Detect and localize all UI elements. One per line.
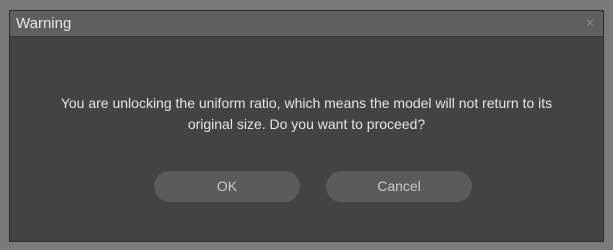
cancel-button[interactable]: Cancel — [326, 171, 472, 202]
ok-button[interactable]: OK — [154, 171, 300, 202]
dialog-message-line-1: You are unlocking the uniform ratio, whi… — [60, 95, 553, 111]
dialog-message-line-2: original size. Do you want to proceed? — [187, 116, 426, 132]
warning-dialog: Warning × You are unlocking the uniform … — [9, 10, 604, 242]
dialog-message: You are unlocking the uniform ratio, whi… — [10, 93, 603, 135]
dialog-title: Warning — [16, 15, 72, 32]
close-icon[interactable]: × — [583, 16, 597, 30]
dialog-titlebar: Warning × — [10, 11, 603, 37]
